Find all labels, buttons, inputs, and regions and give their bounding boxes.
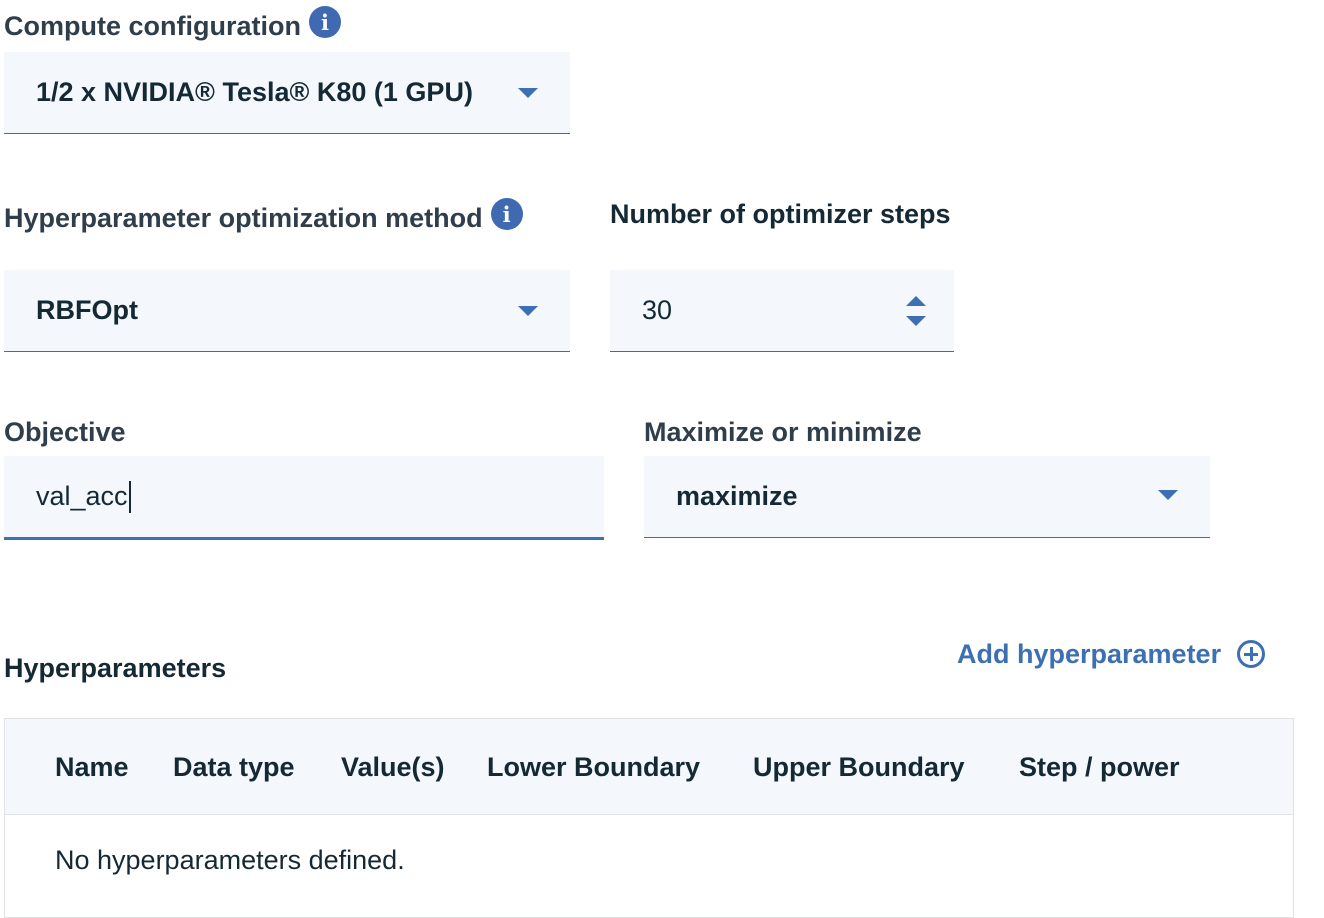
hpo-method-select[interactable]: RBFOpt [4,270,570,352]
compute-config-label: Compute configuration i [4,6,341,46]
chevron-down-icon[interactable] [518,88,538,98]
objective-label-text: Objective [4,416,126,447]
table-header: Name Data type Value(s) Lower Boundary U… [5,719,1293,815]
add-hyperparameter-button[interactable]: Add hyperparameter [957,634,1266,674]
optimizer-steps-input[interactable]: 30 [610,270,954,352]
column-header-lower-boundary[interactable]: Lower Boundary [487,719,700,815]
compute-config-value: 1/2 x NVIDIA® Tesla® K80 (1 GPU) [36,77,473,107]
increment-icon[interactable] [906,296,926,306]
text-cursor [128,480,131,513]
info-icon[interactable]: i [490,198,523,230]
add-circle-icon [1237,640,1266,668]
max-min-value: maximize [676,481,798,511]
objective-value: val_acc [36,481,128,511]
hpo-settings-form: Compute configuration i 1/2 x NVIDIA® Te… [0,0,1324,918]
column-header-step-power[interactable]: Step / power [1019,719,1180,815]
hpo-method-value: RBFOpt [36,295,138,325]
hyperparameters-title-text: Hyperparameters [4,652,227,683]
decrement-icon[interactable] [906,316,926,326]
hpo-method-label-text: Hyperparameter optimization method [4,202,483,233]
chevron-down-icon[interactable] [518,306,538,316]
hyperparameters-table: Name Data type Value(s) Lower Boundary U… [4,718,1294,918]
optimizer-steps-label-text: Number of optimizer steps [610,198,951,229]
max-min-label-text: Maximize or minimize [644,416,922,447]
column-header-name[interactable]: Name [55,719,129,815]
add-hyperparameter-label: Add hyperparameter [957,638,1222,669]
hpo-method-label: Hyperparameter optimization method i [4,198,523,238]
column-header-upper-boundary[interactable]: Upper Boundary [753,719,965,815]
chevron-down-icon[interactable] [1158,490,1178,500]
info-icon[interactable]: i [308,6,341,38]
optimizer-steps-value: 30 [642,295,673,325]
max-min-label: Maximize or minimize [644,412,922,452]
column-header-values[interactable]: Value(s) [341,719,445,815]
compute-config-label-text: Compute configuration [4,10,301,41]
max-min-select[interactable]: maximize [644,456,1210,538]
objective-input[interactable]: val_acc [4,456,604,540]
column-header-data-type[interactable]: Data type [173,719,295,815]
objective-label: Objective [4,412,126,452]
compute-config-select[interactable]: 1/2 x NVIDIA® Tesla® K80 (1 GPU) [4,52,570,134]
empty-table-message: No hyperparameters defined. [55,845,405,875]
hyperparameters-title: Hyperparameters [4,648,226,688]
optimizer-steps-label: Number of optimizer steps [610,194,951,234]
